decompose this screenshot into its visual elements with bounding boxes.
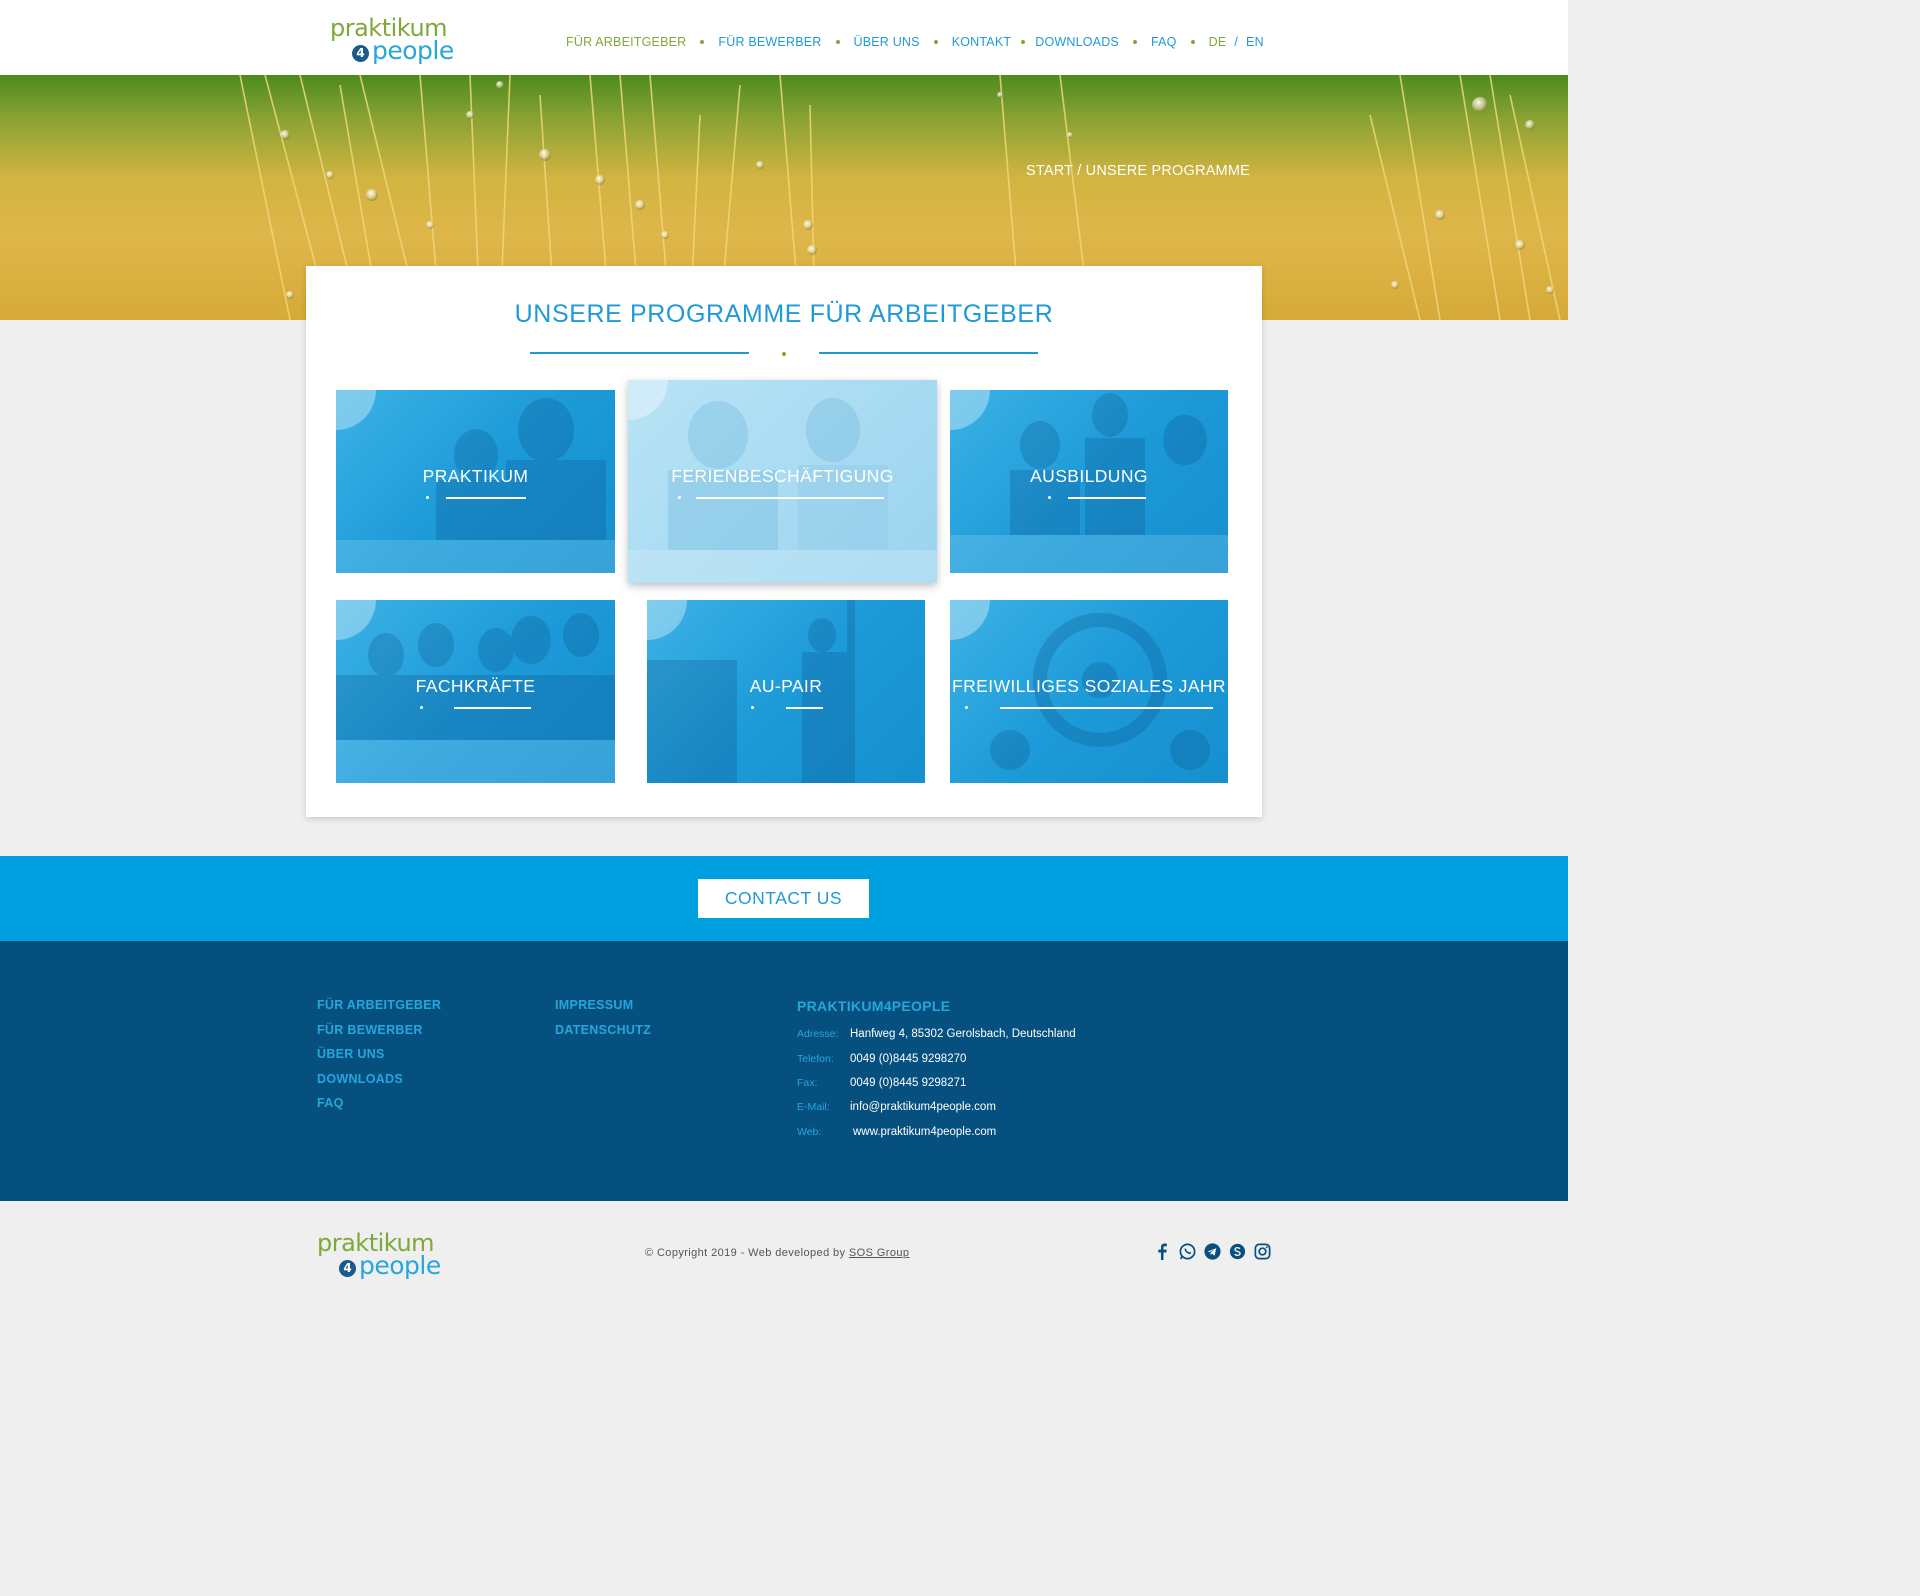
tile-underline-dot [1048,496,1051,499]
program-tile-ausbildung[interactable]: AUSBILDUNG [950,390,1228,573]
footer-link-datenschutz[interactable]: DATENSCHUTZ [555,1023,651,1048]
info-key: Adresse: [797,1028,839,1040]
whatsapp-icon[interactable] [1178,1242,1197,1261]
title-divider-dot [782,352,786,356]
tile-underline-dot [965,706,968,709]
info-key: E-Mail: [797,1101,830,1113]
nav-separator-dot [1132,40,1137,44]
tile-underline [454,707,531,709]
developer-link[interactable]: SOS Group [849,1247,909,1259]
title-divider-right [819,352,1038,354]
tile-underline-dot [678,496,681,499]
info-key: Web: [797,1126,822,1138]
nav-separator-dot [1021,40,1026,44]
tile-underline-dot [751,706,754,709]
footer-link-faq[interactable]: FAQ [317,1096,441,1121]
info-key: Fax: [797,1077,818,1089]
lang-de-link[interactable]: DE [1209,35,1227,49]
nav-separator-dot [933,40,938,44]
footer-nav-col-2: IMPRESSUM DATENSCHUTZ [555,998,651,1047]
tile-label: AUSBILDUNG [1030,466,1148,486]
nav-item-downloads[interactable]: DOWNLOADS [1035,35,1119,49]
bottom-bar: praktikum 4 people © Copyright 2019 - We… [0,1201,1568,1303]
tile-label: FACHKRÄFTE [415,676,536,696]
breadcrumb: START / UNSERE PROGRAMME [1026,163,1250,179]
footer-link-bewerber[interactable]: FÜR BEWERBER [317,1023,441,1048]
tile-label: FERIENBESCHÄFTIGUNG [671,466,894,486]
program-tile-au-pair[interactable]: AU-PAIR [647,600,925,783]
logo-text-bottom: people [359,1251,441,1280]
info-value[interactable]: info@praktikum4people.com [850,1101,996,1113]
footer-link-impressum[interactable]: IMPRESSUM [555,998,651,1023]
facebook-icon[interactable] [1153,1242,1172,1261]
tile-label: PRAKTIKUM [422,466,529,486]
tile-underline [696,497,884,499]
skype-icon[interactable] [1228,1242,1247,1261]
tile-underline-dot [426,496,429,499]
info-value: Hanfweg 4, 85302 Gerolsbach, Deutschland [850,1028,1076,1040]
tile-label: FREIWILLIGES SOZIALES JAHR [952,676,1226,696]
info-value[interactable]: 0049 (0)8445 9298270 [850,1053,966,1065]
contact-band: CONTACT US [0,856,1568,941]
site-footer: FÜR ARBEITGEBER FÜR BEWERBER ÜBER UNS DO… [0,941,1568,1201]
page-title: UNSERE PROGRAMME FÜR ARBEITGEBER [514,300,1054,328]
tile-underline [1000,707,1213,709]
logo-text-bottom: people [372,36,454,65]
telegram-icon[interactable] [1203,1242,1222,1261]
tile-underline [1068,497,1146,499]
info-value[interactable]: www.praktikum4people.com [853,1126,996,1138]
site-logo[interactable]: praktikum 4 people [330,14,470,66]
tile-label: AU-PAIR [749,676,823,696]
program-tile-fachkraefte[interactable]: FACHKRÄFTE [336,600,615,783]
copyright-text: © Copyright 2019 - Web developed by SOS … [645,1247,909,1259]
program-tile-ferienbeschaeftigung[interactable]: FERIENBESCHÄFTIGUNG [628,380,937,583]
footer-link-ueber-uns[interactable]: ÜBER UNS [317,1047,441,1072]
program-tile-fsj[interactable]: FREIWILLIGES SOZIALES JAHR [950,600,1228,783]
footer-link-downloads[interactable]: DOWNLOADS [317,1072,441,1097]
nav-separator-dot [1190,40,1195,44]
title-divider-left [530,352,749,354]
lang-en-link[interactable]: EN [1246,35,1264,49]
copyright-prefix: © Copyright 2019 - Web developed by [645,1247,849,1259]
footer-nav-col-1: FÜR ARBEITGEBER FÜR BEWERBER ÜBER UNS DO… [317,998,441,1121]
social-links [1153,1242,1272,1261]
nav-item-ueber-uns[interactable]: ÜBER UNS [854,35,920,49]
nav-item-bewerber[interactable]: FÜR BEWERBER [718,35,821,49]
nav-item-faq[interactable]: FAQ [1151,35,1177,49]
footer-link-arbeitgeber[interactable]: FÜR ARBEITGEBER [317,998,441,1023]
program-tile-praktikum[interactable]: PRAKTIKUM [336,390,615,573]
tile-underline [446,497,526,499]
nav-separator-dot [835,40,840,44]
site-header: praktikum 4 people FÜR ARBEITGEBER FÜR B… [0,0,1568,75]
instagram-icon[interactable] [1253,1242,1272,1261]
nav-separator-dot [700,40,705,44]
footer-company-name: PRAKTIKUM4PEOPLE [797,998,951,1014]
info-key: Telefon: [797,1053,834,1065]
info-value: 0049 (0)8445 9298271 [850,1077,967,1089]
tile-underline-dot [420,706,423,709]
contact-us-button[interactable]: CONTACT US [698,879,869,918]
tile-underline [786,707,823,709]
lang-separator: / [1234,35,1239,49]
nav-item-arbeitgeber[interactable]: FÜR ARBEITGEBER [566,35,686,49]
programs-card: UNSERE PROGRAMME FÜR ARBEITGEBER PRAKTIK… [306,266,1262,817]
nav-item-kontakt[interactable]: KONTAKT [952,35,1012,49]
main-nav: FÜR ARBEITGEBER FÜR BEWERBER ÜBER UNS KO… [566,35,1264,49]
footer-logo[interactable]: praktikum 4 people [317,1229,457,1281]
